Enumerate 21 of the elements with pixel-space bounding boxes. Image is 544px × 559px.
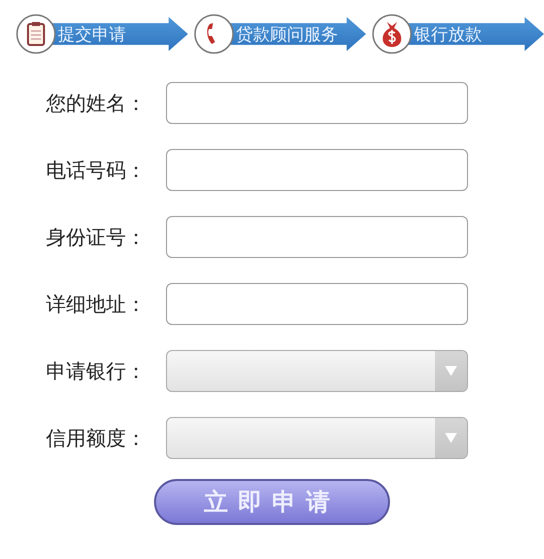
field-label: 详细地址： xyxy=(46,290,147,318)
phone-icon xyxy=(194,14,234,54)
step-banner: 银行放款 xyxy=(406,17,544,51)
dropdown-field[interactable] xyxy=(166,350,468,392)
field-label: 您的姓名： xyxy=(46,90,147,116)
step-banner: 贷款顾问服务 xyxy=(228,17,366,51)
caret-icon xyxy=(445,433,457,443)
field-label: 电话号码： xyxy=(46,156,147,184)
field-label: 身份证号： xyxy=(46,224,147,250)
field-label: 信用额度： xyxy=(46,424,147,452)
input-field[interactable] xyxy=(166,149,468,191)
dropdown-field[interactable] xyxy=(166,417,468,459)
input-field[interactable] xyxy=(166,216,468,258)
step-banner: 提交申请 xyxy=(50,17,188,51)
field-label: 申请银行： xyxy=(46,358,147,384)
input-field[interactable] xyxy=(166,283,468,325)
apply-button[interactable]: 立即申请 xyxy=(154,479,390,525)
money-bag-icon xyxy=(372,14,412,54)
caret-icon xyxy=(445,366,457,376)
clipboard-icon xyxy=(16,14,56,54)
input-field[interactable] xyxy=(166,82,468,124)
